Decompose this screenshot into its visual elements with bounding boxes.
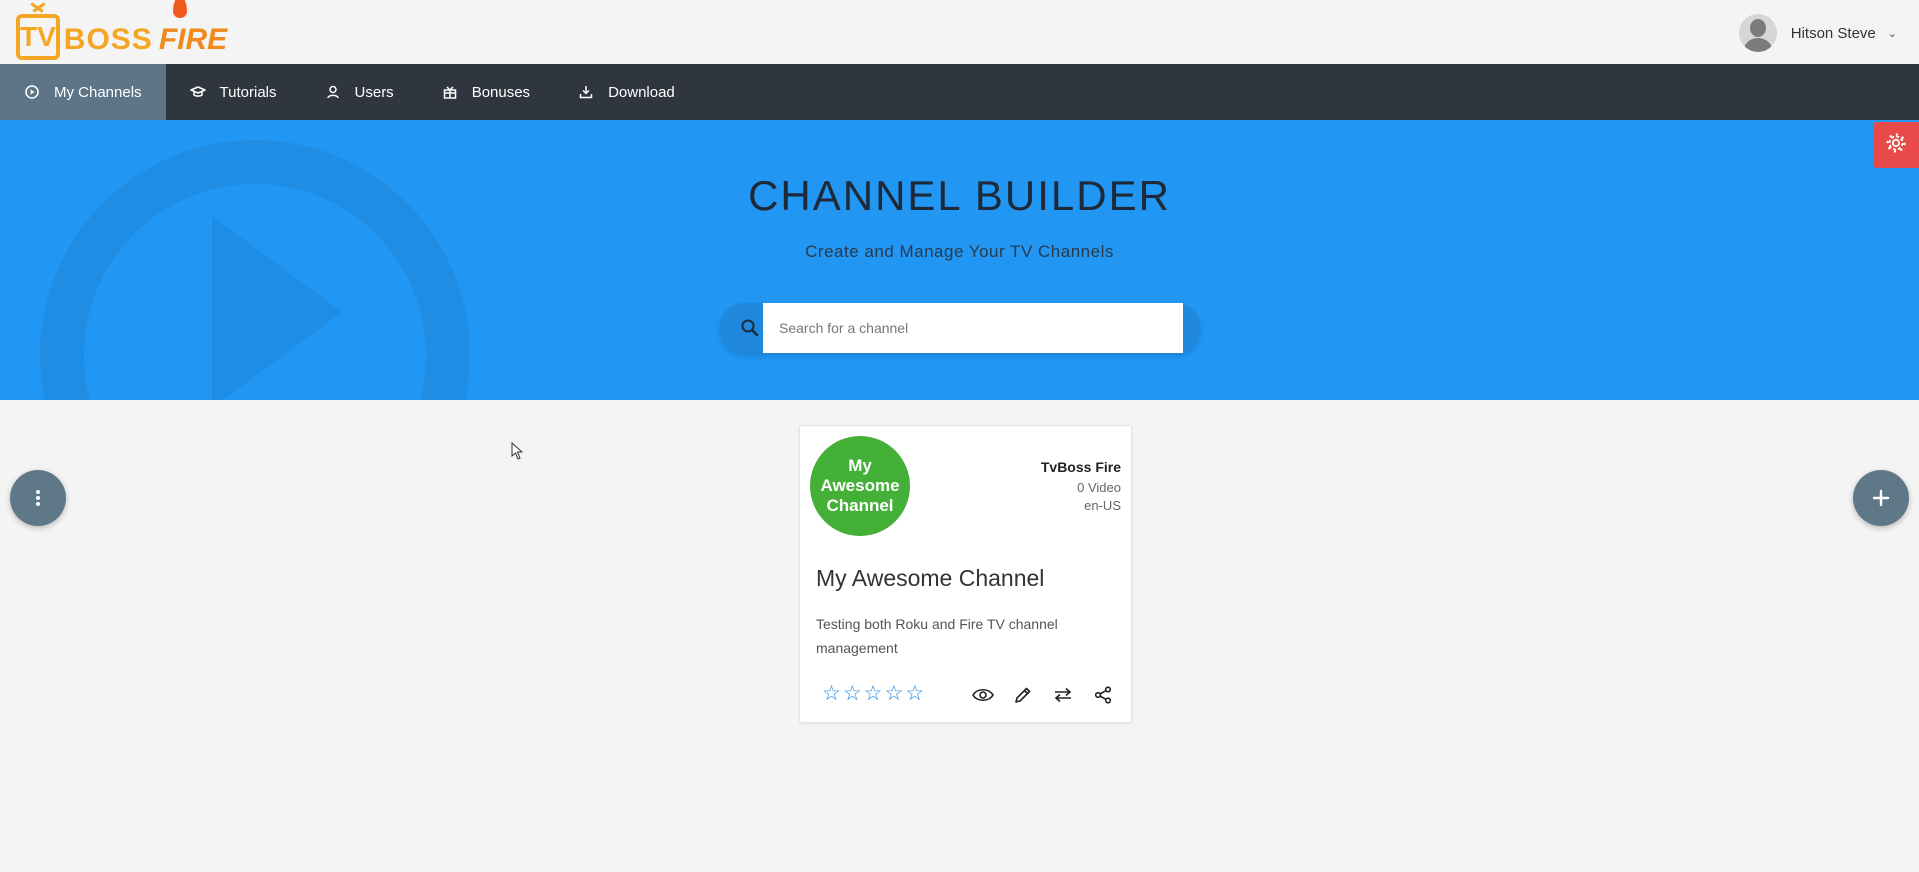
page-subtitle: Create and Manage Your TV Channels [805,242,1114,261]
nav-item-tutorials[interactable]: Tutorials [166,64,301,120]
channel-actions [955,683,1115,707]
mouse-cursor-icon [511,441,524,460]
nav-item-my-channels[interactable]: My Channels [0,64,166,120]
nav-label: Tutorials [219,83,277,101]
nav-label: Users [354,83,394,101]
channel-meta: TvBoss Fire 0 Video en-US [1041,459,1121,515]
star-icon[interactable]: ☆ [864,683,883,704]
star-icon[interactable]: ☆ [843,683,862,704]
nav-item-bonuses[interactable]: Bonuses [418,64,554,120]
add-channel-button[interactable] [1853,470,1909,526]
page-title: CHANNEL BUILDER [748,172,1171,219]
vertical-dots-icon [35,483,41,514]
star-icon[interactable]: ☆ [822,683,841,704]
user-name[interactable]: Hitson Steve [1791,25,1876,42]
nav-label: My Channels [54,83,142,101]
star-rating[interactable]: ☆ ☆ ☆ ☆ ☆ [822,683,926,704]
flame-icon [172,0,187,18]
star-icon[interactable]: ☆ [884,683,903,704]
channel-card[interactable]: My Awesome Channel TvBoss Fire 0 Video e… [799,425,1132,723]
channel-owner: TvBoss Fire [1040,459,1121,475]
tvboss-fire-logo[interactable]: TV BOSS FIRE [16,0,227,60]
logo-fire-text: FIRE [159,0,227,60]
search-icon[interactable] [740,318,760,338]
share-icon[interactable] [1091,683,1115,707]
nav-item-users[interactable]: Users [301,64,418,120]
gear-icon [1885,132,1907,159]
hero-banner: CHANNEL BUILDER Create and Manage Your T… [0,120,1919,400]
search-input[interactable] [763,303,1183,353]
nav-item-download[interactable]: Download [554,64,699,120]
channel-locale: en-US [1084,498,1121,513]
settings-toggle[interactable] [1873,122,1919,168]
logo-tv-mark: TV [16,14,60,60]
user-icon [325,84,341,100]
avatar[interactable] [1738,14,1777,52]
swap-icon[interactable] [1051,683,1075,707]
download-icon [578,84,594,100]
channel-logo[interactable]: My Awesome Channel [810,436,910,536]
plus-icon [1872,483,1890,514]
user-menu[interactable]: Hitson Steve ⌄ [1738,14,1897,52]
search-bar [720,303,1200,353]
top-header: TV BOSS FIRE Hitson Steve ⌄ [0,0,1919,64]
channel-description: Testing both Roku and Fire TV channel ma… [816,616,1058,656]
eye-icon[interactable] [971,683,995,707]
pencil-icon[interactable] [1011,683,1035,707]
nav-label: Download [608,83,675,101]
nav-label: Bonuses [471,83,531,101]
chevron-down-icon[interactable]: ⌄ [1888,27,1897,40]
channel-video-count: 0 Video [1077,480,1121,495]
main-navbar: My Channels Tutorials Users Bonuses Down… [0,64,1919,120]
more-options-button[interactable] [10,470,66,526]
star-icon[interactable]: ☆ [905,683,924,704]
channel-title[interactable]: My Awesome Channel [816,565,1044,592]
logo-boss-text: BOSS [63,23,153,56]
play-circle-icon [24,84,40,100]
graduation-cap-icon [189,84,206,100]
gift-icon [442,84,458,100]
